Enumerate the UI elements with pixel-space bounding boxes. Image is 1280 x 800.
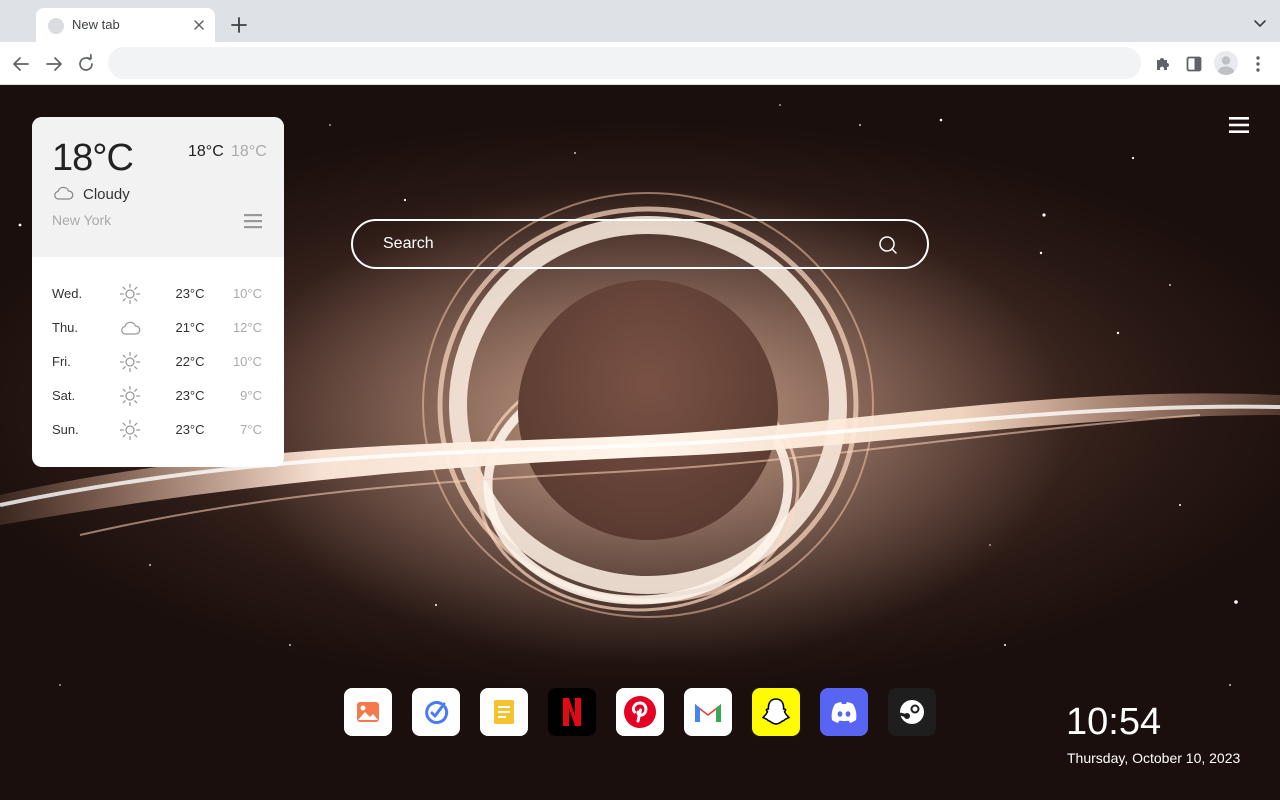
weather-current: 18°C 18°C 18°C Cloudy New York <box>32 117 284 257</box>
forecast-day: Sun. <box>52 422 79 437</box>
forecast-day: Wed. <box>52 286 83 301</box>
forecast-low: 9°C <box>240 388 262 403</box>
address-bar[interactable] <box>108 47 1141 79</box>
netflix-icon <box>563 698 581 726</box>
forecast-high: 21°C <box>175 320 205 335</box>
side-panel-icon[interactable] <box>1183 53 1205 75</box>
tab-title: New tab <box>72 17 120 32</box>
note-icon <box>494 700 514 724</box>
weather-condition: Cloudy <box>83 186 130 203</box>
high-temperature: 18°C <box>188 143 224 160</box>
more-menu-icon[interactable] <box>1247 53 1269 75</box>
pinterest-icon <box>624 696 656 728</box>
sun-icon <box>119 385 141 407</box>
weather-widget[interactable]: 18°C 18°C 18°C Cloudy New York Wed. 23°C… <box>32 117 284 467</box>
extensions-icon[interactable] <box>1151 53 1173 75</box>
search-bar[interactable] <box>351 219 929 269</box>
forecast-low: 10°C <box>232 286 262 301</box>
shortcut-netflix[interactable] <box>548 688 596 736</box>
steam-icon <box>899 700 924 724</box>
low-temperature: 18°C <box>231 143 267 160</box>
sun-icon <box>119 283 141 305</box>
sun-icon <box>119 419 141 441</box>
person-icon <box>1218 56 1234 75</box>
shortcut-notes[interactable] <box>480 688 528 736</box>
shortcut-pinterest[interactable] <box>616 688 664 736</box>
tab-strip: New tab <box>0 0 1280 42</box>
weather-menu-icon[interactable] <box>242 212 264 230</box>
snapchat-icon <box>761 698 791 725</box>
new-tab-page: 18°C 18°C 18°C Cloudy New York Wed. 23°C… <box>0 85 1280 800</box>
shortcut-gmail[interactable] <box>684 688 732 736</box>
forecast-day: Fri. <box>52 354 71 369</box>
search-icon[interactable] <box>877 234 899 256</box>
forecast-day: Sat. <box>52 388 76 403</box>
gmail-icon <box>695 704 721 722</box>
current-temperature: 18°C <box>52 137 134 179</box>
chevron-down-icon[interactable] <box>1252 15 1268 31</box>
image-icon <box>357 702 379 722</box>
forecast-low: 12°C <box>232 320 262 335</box>
close-icon[interactable] <box>191 17 207 33</box>
reload-button[interactable] <box>75 53 97 75</box>
discord-icon <box>831 702 857 723</box>
clock-date: Thursday, October 10, 2023 <box>1067 750 1241 766</box>
tab-favicon-icon <box>48 18 64 34</box>
forecast-high: 23°C <box>175 422 205 437</box>
forecast-high: 23°C <box>175 388 205 403</box>
forecast-low: 7°C <box>240 422 262 437</box>
new-tab-button[interactable] <box>228 14 250 36</box>
forecast-high: 22°C <box>175 354 205 369</box>
shortcut-snapchat[interactable] <box>752 688 800 736</box>
search-input[interactable] <box>383 233 863 255</box>
weather-city: New York <box>52 212 112 228</box>
cloud-icon <box>54 186 74 200</box>
shortcut-discord[interactable] <box>820 688 868 736</box>
forecast-row: Thu. 21°C 12°C <box>32 311 284 345</box>
sun-icon <box>119 351 141 373</box>
cloud-icon <box>121 321 141 335</box>
check-circle-icon <box>425 701 449 724</box>
browser-toolbar <box>0 42 1280 85</box>
profile-avatar[interactable] <box>1214 51 1238 75</box>
forecast-day: Thu. <box>52 320 79 335</box>
back-button[interactable] <box>10 53 32 75</box>
clock-time: 10:54 <box>1066 701 1162 743</box>
forecast-row: Wed. 23°C 10°C <box>32 277 284 311</box>
shortcut-steam[interactable] <box>888 688 936 736</box>
forecast-row: Sun. 23°C 7°C <box>32 413 284 447</box>
forecast-low: 10°C <box>232 354 262 369</box>
hamburger-menu-icon[interactable] <box>1228 116 1250 134</box>
forward-button[interactable] <box>43 53 65 75</box>
forecast-high: 23°C <box>175 286 205 301</box>
tab-new-tab[interactable]: New tab <box>36 8 215 42</box>
shortcut-gallery[interactable] <box>344 688 392 736</box>
forecast-row: Fri. 22°C 10°C <box>32 345 284 379</box>
shortcut-tasks[interactable] <box>412 688 460 736</box>
forecast-row: Sat. 23°C 9°C <box>32 379 284 413</box>
